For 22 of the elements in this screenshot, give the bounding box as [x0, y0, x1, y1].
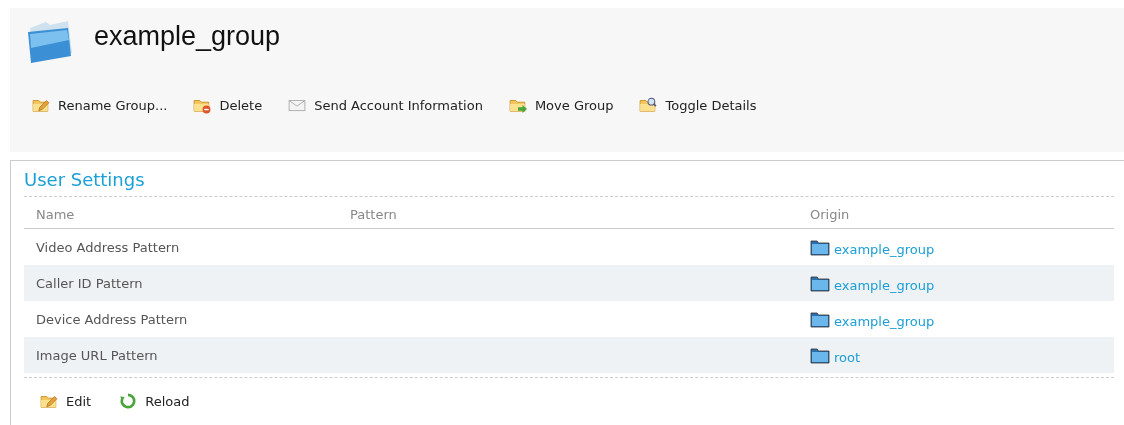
- table-cell: Caller ID Pattern: [24, 265, 338, 301]
- toolbar-button[interactable]: Delete: [193, 96, 263, 114]
- toolbar-button[interactable]: Toggle Details: [639, 96, 757, 114]
- table-cell: Video Address Pattern: [24, 228, 338, 265]
- folder-icon: [810, 311, 830, 328]
- toolbar-button[interactable]: Move Group: [508, 96, 614, 114]
- folder-icon: [810, 347, 830, 364]
- reload-icon: [119, 392, 138, 410]
- action-button[interactable]: Edit: [40, 392, 92, 410]
- table-cell: Device Address Pattern: [24, 301, 338, 337]
- toolbar-button[interactable]: Send Account Information: [288, 96, 483, 114]
- toolbar-button[interactable]: Rename Group...: [32, 96, 168, 114]
- folder-icon: [810, 239, 830, 256]
- column-header: Pattern: [338, 197, 798, 229]
- folder-icon: [810, 275, 830, 292]
- column-header: Origin: [798, 197, 1114, 229]
- table-cell: Image URL Pattern: [24, 337, 338, 373]
- section-title: User Settings: [24, 169, 1114, 197]
- group-title: example_group: [94, 20, 281, 52]
- folder-magnifier-icon: [639, 96, 658, 114]
- action-button[interactable]: Reload: [119, 392, 190, 410]
- column-header: Name: [24, 197, 338, 229]
